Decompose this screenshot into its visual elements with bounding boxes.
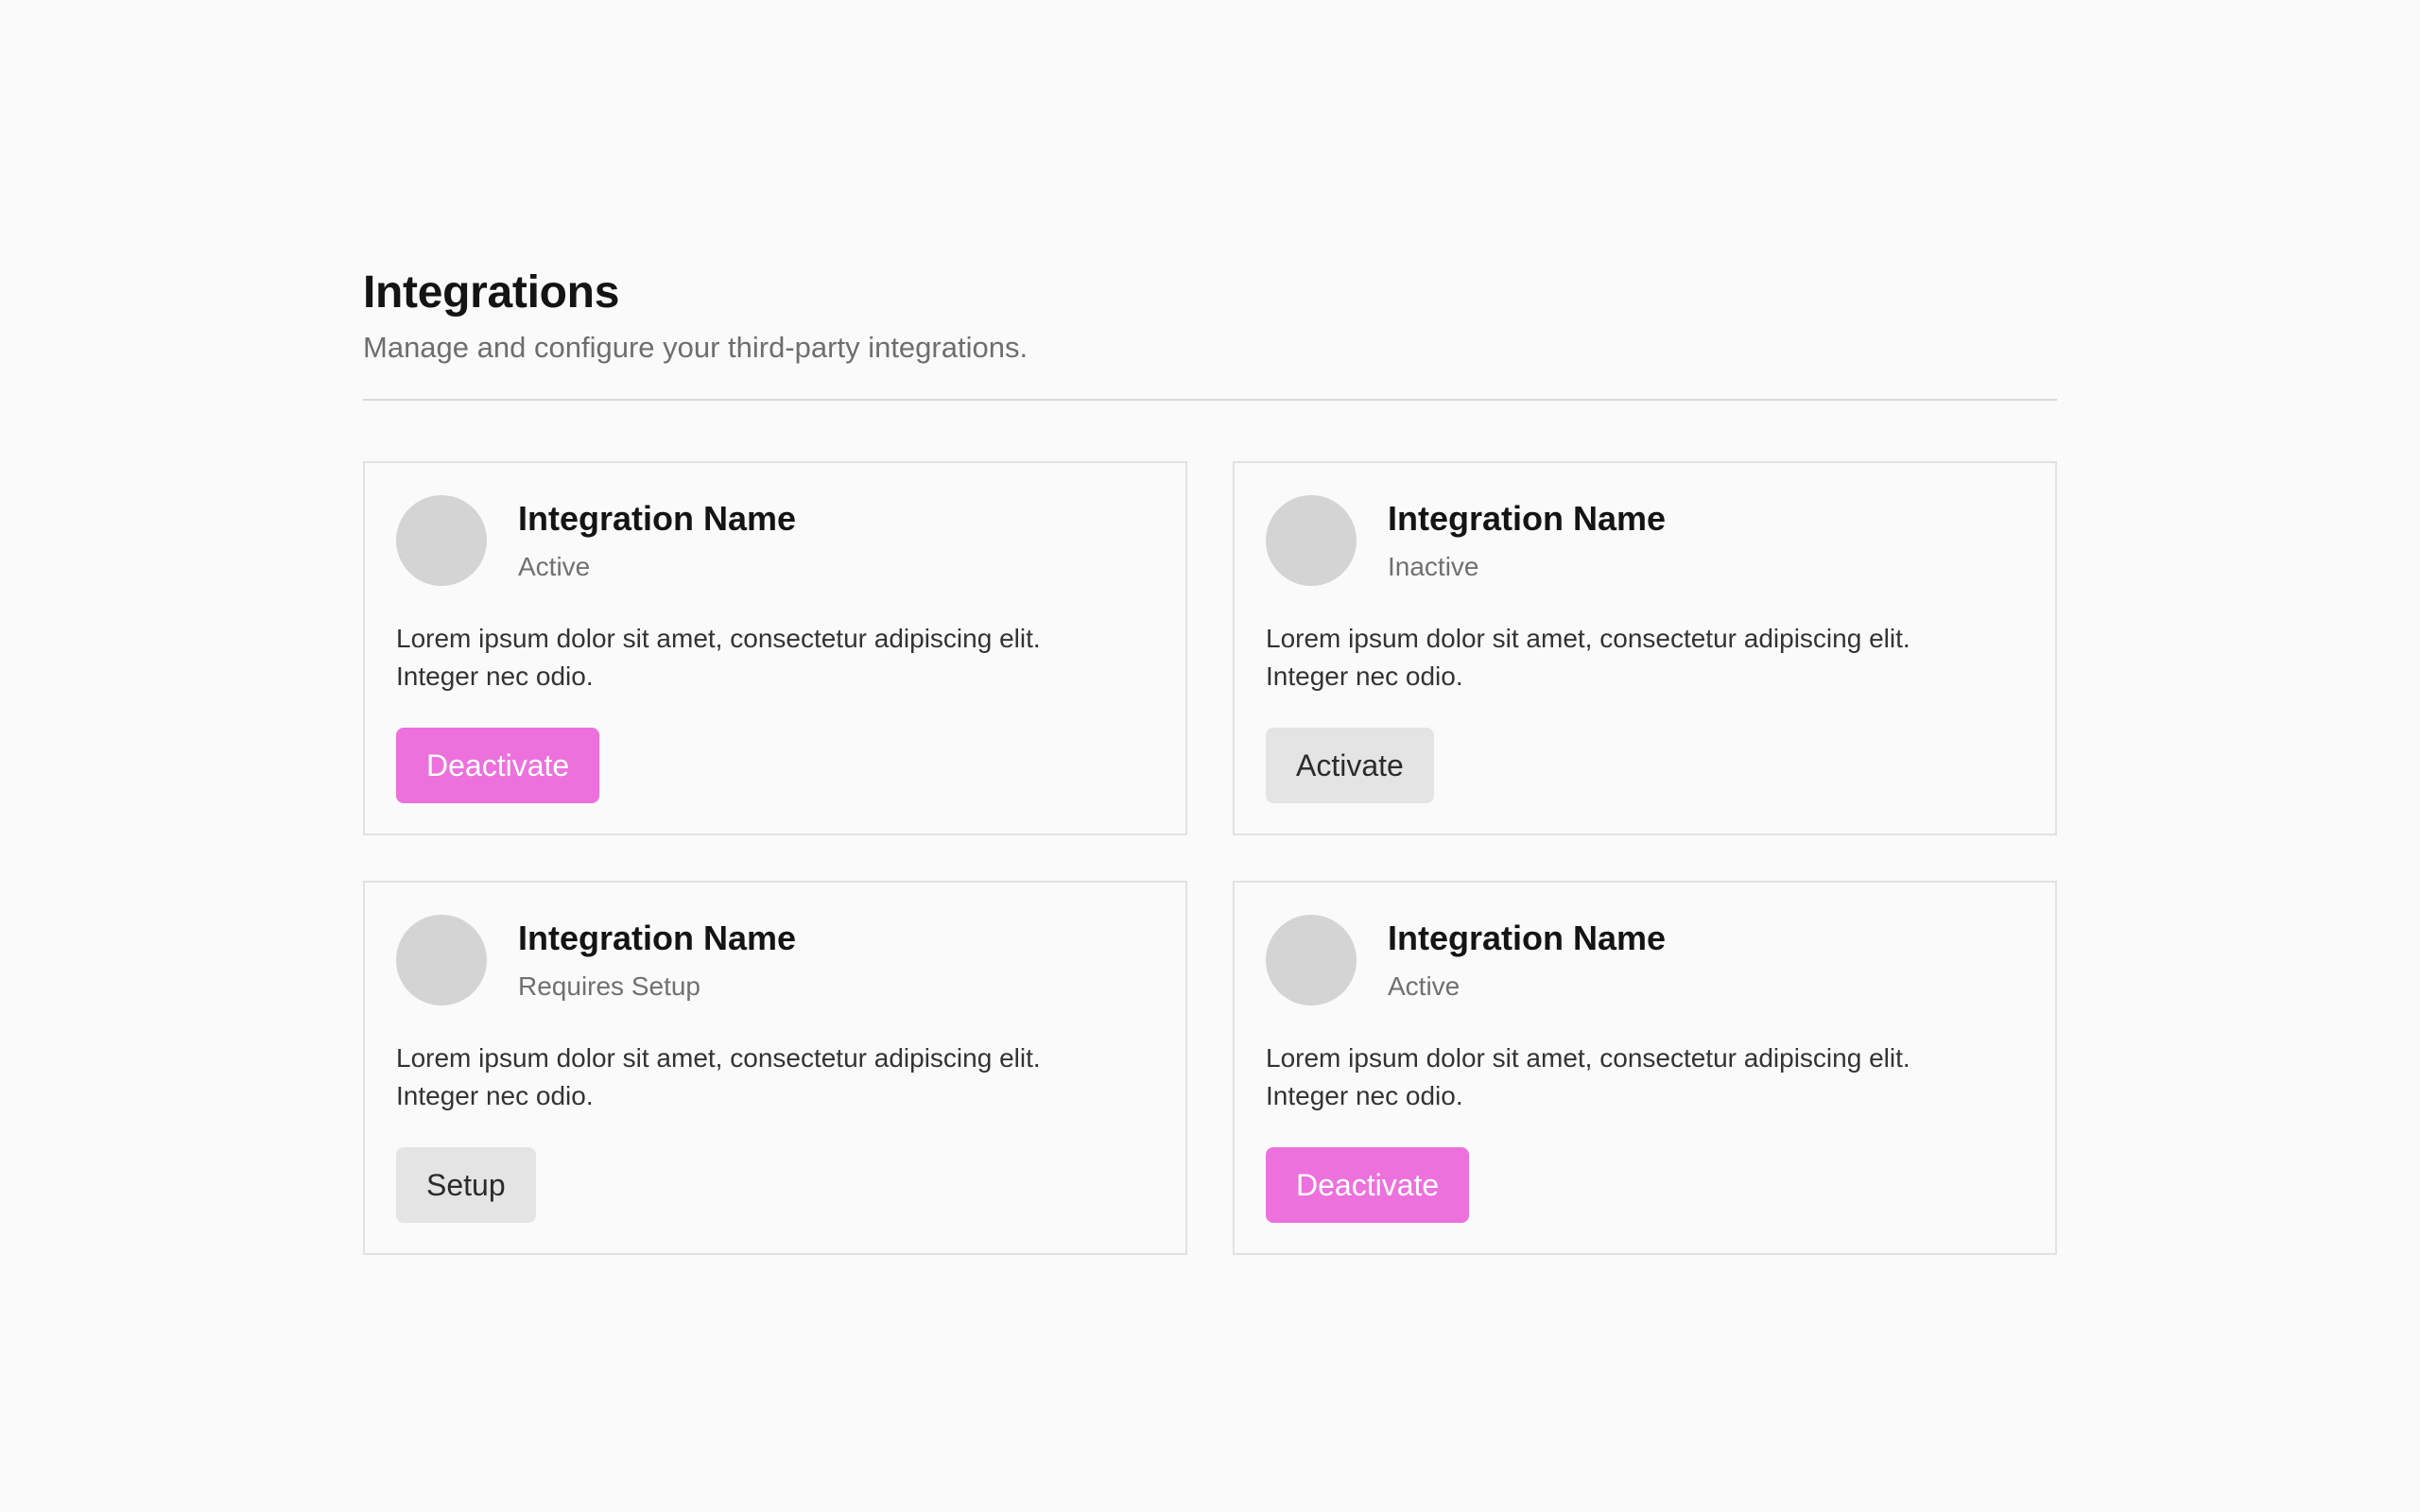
integration-name: Integration Name bbox=[518, 499, 797, 538]
integration-description: Lorem ipsum dolor sit amet, consectetur … bbox=[396, 624, 1041, 691]
integration-status: Active bbox=[1388, 971, 1461, 1001]
integration-name: Integration Name bbox=[518, 919, 797, 957]
setup-button[interactable]: Setup bbox=[396, 1147, 536, 1223]
integration-logo-placeholder bbox=[1266, 915, 1357, 1005]
integration-description: Lorem ipsum dolor sit amet, consectetur … bbox=[396, 1043, 1041, 1110]
integration-card: Integration Name Inactive Lorem ipsum do… bbox=[1233, 461, 2057, 835]
integration-card-header: Integration Name Inactive bbox=[1266, 495, 2024, 586]
integration-status: Inactive bbox=[1388, 552, 1479, 581]
integration-logo-placeholder bbox=[1266, 495, 1357, 586]
integration-name: Integration Name bbox=[1388, 919, 1667, 957]
integration-meta: Integration Name Inactive bbox=[1388, 495, 1666, 584]
activate-button[interactable]: Activate bbox=[1266, 728, 1434, 803]
integration-card: Integration Name Requires Setup Lorem ip… bbox=[363, 881, 1187, 1255]
deactivate-button[interactable]: Deactivate bbox=[396, 728, 600, 803]
integration-status: Requires Setup bbox=[518, 971, 701, 1001]
integration-description: Lorem ipsum dolor sit amet, consectetur … bbox=[1266, 1043, 1910, 1110]
integrations-grid: Integration Name Active Lorem ipsum dolo… bbox=[363, 461, 2057, 1255]
page-title: Integrations bbox=[363, 267, 620, 318]
integrations-page: Integrations Manage and configure your t… bbox=[363, 265, 2057, 1255]
deactivate-button[interactable]: Deactivate bbox=[1266, 1147, 1470, 1223]
integration-name: Integration Name bbox=[1388, 499, 1667, 538]
integration-logo-placeholder bbox=[396, 915, 487, 1005]
integration-meta: Integration Name Active bbox=[518, 495, 796, 584]
integration-meta: Integration Name Active bbox=[1388, 915, 1666, 1004]
integration-card: Integration Name Active Lorem ipsum dolo… bbox=[1233, 881, 2057, 1255]
integration-card-header: Integration Name Active bbox=[396, 495, 1154, 586]
integration-card-header: Integration Name Active bbox=[1266, 915, 2024, 1005]
integration-meta: Integration Name Requires Setup bbox=[518, 915, 796, 1004]
header-divider bbox=[363, 399, 2057, 401]
integration-status: Active bbox=[518, 552, 591, 581]
integration-logo-placeholder bbox=[396, 495, 487, 586]
integration-description: Lorem ipsum dolor sit amet, consectetur … bbox=[1266, 624, 1910, 691]
integration-card: Integration Name Active Lorem ipsum dolo… bbox=[363, 461, 1187, 835]
integration-card-header: Integration Name Requires Setup bbox=[396, 915, 1154, 1005]
page-subtitle: Manage and configure your third-party in… bbox=[363, 331, 1028, 364]
